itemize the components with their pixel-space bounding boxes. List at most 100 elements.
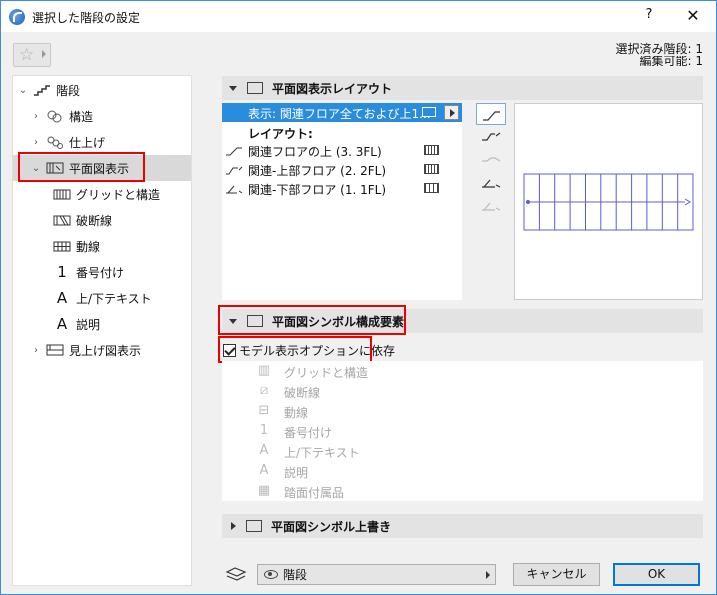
stair-upper-icon bbox=[225, 164, 243, 175]
symbol-item-label: 破断線 bbox=[284, 386, 321, 400]
symbol-override-header[interactable]: 平面図シンボル上書き bbox=[222, 514, 703, 538]
description-icon: A bbox=[259, 463, 269, 478]
plan-layout-header[interactable]: 平面図表示レイアウト bbox=[222, 76, 703, 100]
display-option-row[interactable]: 表示: 関連フロア全ておよび上1... bbox=[222, 103, 462, 122]
tree-item-up-down-text[interactable]: A 上/下テキスト bbox=[13, 285, 191, 311]
highlight-floor-plan-display bbox=[18, 152, 145, 182]
tree-item-stair[interactable]: ⌄ 階段 bbox=[13, 77, 191, 103]
override-icon bbox=[246, 520, 262, 532]
selected-count: 選択済み階段: 1 bbox=[615, 42, 704, 56]
view-lower-button[interactable] bbox=[476, 172, 506, 194]
eye-icon bbox=[264, 570, 278, 579]
break-line-icon: ⧄ bbox=[259, 383, 269, 398]
chevron-right-icon bbox=[42, 50, 46, 58]
layer-icon bbox=[225, 566, 247, 582]
symbol-item-break-line: ⧄ 破断線 bbox=[222, 381, 703, 401]
up-down-text-icon: A bbox=[56, 289, 68, 307]
symbol-item-grid-structure: ▥ グリッドと構造 bbox=[222, 361, 703, 381]
tree-item-grid-structure[interactable]: グリッドと構造 bbox=[13, 181, 191, 207]
layout-row-label: 関連-下部フロア (1. 1FL) bbox=[248, 183, 386, 197]
layout-list: 表示: 関連フロア全ておよび上1... レイアウト: 関連フロアの上 (3. 3… bbox=[222, 103, 462, 300]
description-icon: A bbox=[56, 315, 68, 333]
dialog-window: 選択した階段の設定 ? ✕ ☆ 選択済み階段: 1 編集可能: 1 ⌄ 階段 ›… bbox=[0, 0, 717, 595]
expand-triangle-icon[interactable] bbox=[231, 522, 236, 530]
walking-line-icon: ⊟ bbox=[258, 403, 270, 418]
chevron-down-icon[interactable]: ⌄ bbox=[16, 85, 30, 96]
symbol-item-label: グリッドと構造 bbox=[284, 366, 369, 380]
finish-icon bbox=[46, 135, 64, 149]
tree-item-label: 動線 bbox=[76, 239, 101, 254]
break-line-icon bbox=[424, 183, 439, 193]
view-middle-button[interactable] bbox=[476, 149, 506, 171]
tree-item-label: 説明 bbox=[76, 317, 101, 332]
archicad-app-icon bbox=[9, 9, 25, 25]
tree-item-reflected-view[interactable]: › 見上げ図表示 bbox=[13, 337, 191, 363]
layout-label: レイアウト: bbox=[248, 127, 313, 141]
tree-item-label: 構造 bbox=[69, 109, 94, 124]
layout-row[interactable]: 関連-下部フロア (1. 1FL) bbox=[222, 179, 462, 198]
chevron-right-icon[interactable]: › bbox=[29, 345, 43, 356]
symbol-item-label: 番号付け bbox=[284, 426, 333, 440]
window-title: 選択した階段の設定 bbox=[32, 11, 141, 25]
stair-preview bbox=[514, 103, 703, 300]
tree-item-structure[interactable]: › 構造 bbox=[13, 103, 191, 129]
symbol-item-label: 動線 bbox=[284, 406, 309, 420]
numbering-icon: 1 bbox=[57, 263, 67, 281]
view-upper-button[interactable] bbox=[476, 126, 506, 148]
stair-lower-icon bbox=[225, 183, 243, 194]
symbol-item-numbering: 1 番号付け bbox=[222, 421, 703, 441]
help-button[interactable]: ? bbox=[637, 7, 661, 27]
tree-item-label: 階段 bbox=[56, 83, 81, 98]
layers-icon bbox=[422, 107, 436, 117]
panel-title: 平面図シンボル上書き bbox=[271, 519, 392, 534]
grid-structure-icon bbox=[53, 187, 71, 201]
numbering-icon: 1 bbox=[259, 423, 269, 438]
layer-dropdown[interactable]: 階段 bbox=[257, 564, 496, 585]
symbol-item-tread-accessories: ▦ 踏面付属品 bbox=[222, 481, 703, 501]
view-above-button[interactable] bbox=[476, 103, 506, 125]
stair-preview-drawing bbox=[523, 173, 694, 231]
close-button[interactable]: ✕ bbox=[681, 6, 705, 26]
reflected-view-icon bbox=[46, 343, 64, 357]
walking-line-icon bbox=[53, 239, 71, 253]
layout-row-label: 関連フロアの上 (3. 3FL) bbox=[248, 145, 382, 159]
chevron-right-icon[interactable]: › bbox=[29, 137, 43, 148]
up-down-text-icon: A bbox=[259, 443, 269, 458]
editable-count: 編集可能: 1 bbox=[639, 56, 704, 66]
tree-item-label: 番号付け bbox=[76, 265, 125, 280]
cancel-button[interactable]: キャンセル bbox=[513, 563, 600, 586]
view-below-button[interactable] bbox=[476, 195, 506, 217]
tree-item-description[interactable]: A 説明 bbox=[13, 311, 191, 337]
panel-title: 平面図表示レイアウト bbox=[272, 81, 393, 96]
tree-item-numbering[interactable]: 1 番号付け bbox=[13, 259, 191, 285]
layout-row-label: 関連-上部フロア (2. 2FL) bbox=[248, 164, 386, 178]
structure-icon bbox=[46, 109, 64, 123]
tree-item-label: 見上げ図表示 bbox=[69, 343, 142, 358]
symbol-item-label: 踏面付属品 bbox=[284, 486, 345, 500]
tree-item-walking-line[interactable]: 動線 bbox=[13, 233, 191, 259]
symbol-item-label: 上/下テキスト bbox=[284, 446, 360, 460]
display-option-popup-button[interactable] bbox=[444, 105, 459, 120]
layer-dropdown-value: 階段 bbox=[283, 568, 308, 582]
collapse-triangle-icon[interactable] bbox=[229, 85, 237, 91]
tree-item-break-line[interactable]: 破断線 bbox=[13, 207, 191, 233]
favorites-button[interactable]: ☆ bbox=[13, 43, 51, 67]
ok-button[interactable]: OK bbox=[613, 563, 700, 586]
highlight-checkbox bbox=[218, 336, 372, 363]
stair-above-icon bbox=[225, 145, 243, 156]
symbol-item-description: A 説明 bbox=[222, 461, 703, 481]
star-icon: ☆ bbox=[19, 45, 35, 65]
break-line-icon bbox=[53, 213, 71, 227]
symbol-item-walking-line: ⊟ 動線 bbox=[222, 401, 703, 421]
layout-row[interactable]: 関連フロアの上 (3. 3FL) bbox=[222, 141, 462, 160]
tree-item-label: 仕上げ bbox=[69, 135, 106, 150]
layout-row[interactable]: 関連-上部フロア (2. 2FL) bbox=[222, 160, 462, 179]
title-bar: 選択した階段の設定 ? ✕ bbox=[1, 1, 716, 32]
chevron-right-icon[interactable]: › bbox=[29, 111, 43, 122]
chevron-right-icon bbox=[486, 571, 490, 579]
grid-structure-icon bbox=[424, 145, 439, 155]
tree-item-label: 上/下テキスト bbox=[76, 291, 152, 306]
tread-accessories-icon: ▦ bbox=[257, 483, 271, 498]
symbol-item-up-down-text: A 上/下テキスト bbox=[222, 441, 703, 461]
highlight-symbol-components bbox=[218, 305, 406, 335]
